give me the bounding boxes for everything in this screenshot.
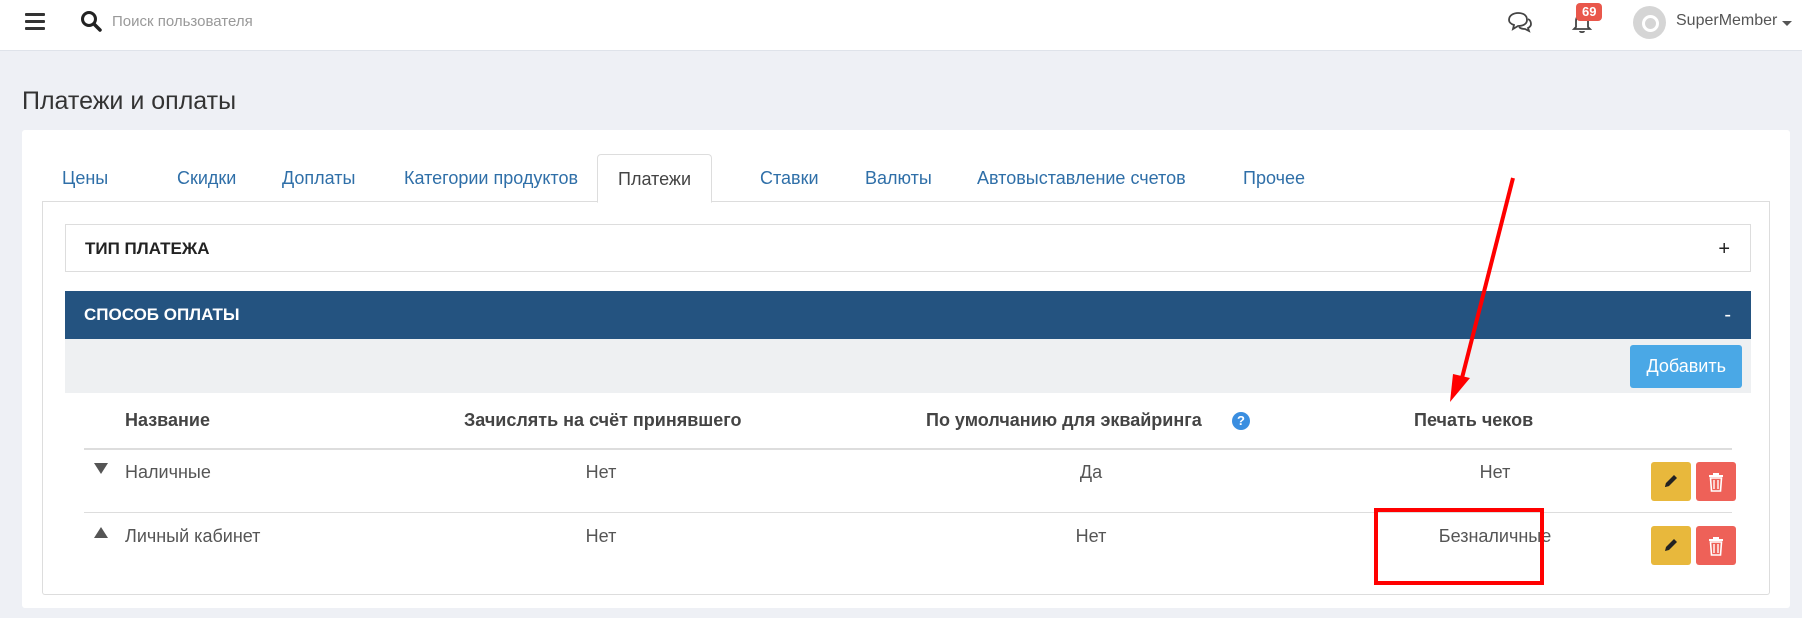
cell-name: Наличные <box>125 462 211 482</box>
cell-default-acquiring: Нет <box>1075 526 1107 546</box>
column-header-name[interactable]: Название <box>125 393 210 448</box>
pencil-icon <box>1665 539 1677 551</box>
avatar[interactable] <box>1633 6 1666 39</box>
tab-surcharges[interactable]: Доплаты <box>282 154 355 202</box>
cell-credit-to-receiver: Нет <box>585 462 617 482</box>
tab-content: ТИП ПЛАТЕЖА + СПОСОБ ОПЛАТЫ - Добавить Н… <box>42 202 1770 595</box>
expand-row-icon[interactable] <box>94 463 108 474</box>
tab-discounts[interactable]: Скидки <box>177 154 236 202</box>
payment-method-accordion[interactable]: СПОСОБ ОПЛАТЫ - <box>65 291 1751 339</box>
edit-button[interactable] <box>1651 526 1691 565</box>
search-icon <box>81 11 102 32</box>
chat-icon[interactable] <box>1506 10 1532 34</box>
page-title: Платежи и оплаты <box>22 87 237 115</box>
collapse-icon[interactable]: - <box>1724 291 1731 339</box>
accordion-title: СПОСОБ ОПЛАТЫ <box>84 305 240 324</box>
trash-icon <box>1709 537 1723 556</box>
edit-button[interactable] <box>1651 462 1691 501</box>
tab-other[interactable]: Прочее <box>1243 154 1305 202</box>
tab-bar: Цены Скидки Доплаты Категории продуктов … <box>42 154 1770 203</box>
chevron-down-icon[interactable] <box>1782 21 1792 26</box>
tab-product-categories[interactable]: Категории продуктов <box>404 154 578 202</box>
table-toolbar: Добавить <box>65 339 1751 393</box>
expand-icon[interactable]: + <box>1718 225 1730 273</box>
payment-type-accordion[interactable]: ТИП ПЛАТЕЖА + <box>65 224 1751 272</box>
search-input[interactable] <box>112 8 432 34</box>
delete-button[interactable] <box>1696 462 1736 501</box>
table-row[interactable]: Наличные Нет Да Нет <box>84 450 1736 513</box>
tab-prices[interactable]: Цены <box>62 154 108 202</box>
top-bar: 69 SuperMember <box>0 0 1802 51</box>
table-row[interactable]: Личный кабинет Нет Нет Безналичные <box>84 514 1736 577</box>
hamburger-icon[interactable] <box>25 13 45 31</box>
tab-auto-invoicing[interactable]: Автовыставление счетов <box>977 154 1186 202</box>
tab-rates[interactable]: Ставки <box>760 154 819 202</box>
cell-credit-to-receiver: Нет <box>585 526 617 546</box>
cell-name: Личный кабинет <box>125 526 261 546</box>
column-header-print-receipts[interactable]: Печать чеков <box>1414 393 1533 448</box>
tab-currencies[interactable]: Валюты <box>865 154 932 202</box>
notification-badge: 69 <box>1576 3 1603 21</box>
accordion-title: ТИП ПЛАТЕЖА <box>85 239 210 258</box>
tab-payments[interactable]: Платежи <box>597 154 713 203</box>
help-icon[interactable]: ? <box>1232 412 1250 430</box>
column-header-default-acquiring[interactable]: По умолчанию для эквайринга <box>926 393 1202 448</box>
cell-default-acquiring: Да <box>1079 462 1103 482</box>
pencil-icon <box>1665 475 1677 487</box>
trash-icon <box>1709 473 1723 492</box>
collapse-row-icon[interactable] <box>94 527 108 538</box>
main-panel: Цены Скидки Доплаты Категории продуктов … <box>22 130 1790 608</box>
delete-button[interactable] <box>1696 526 1736 565</box>
cell-print-receipts: Безналичные <box>1438 526 1552 546</box>
column-header-credit-to-receiver[interactable]: Зачислять на счёт принявшего <box>464 393 742 448</box>
cell-print-receipts: Нет <box>1479 462 1511 482</box>
user-name[interactable]: SuperMember <box>1676 12 1777 30</box>
add-button[interactable]: Добавить <box>1630 345 1742 388</box>
